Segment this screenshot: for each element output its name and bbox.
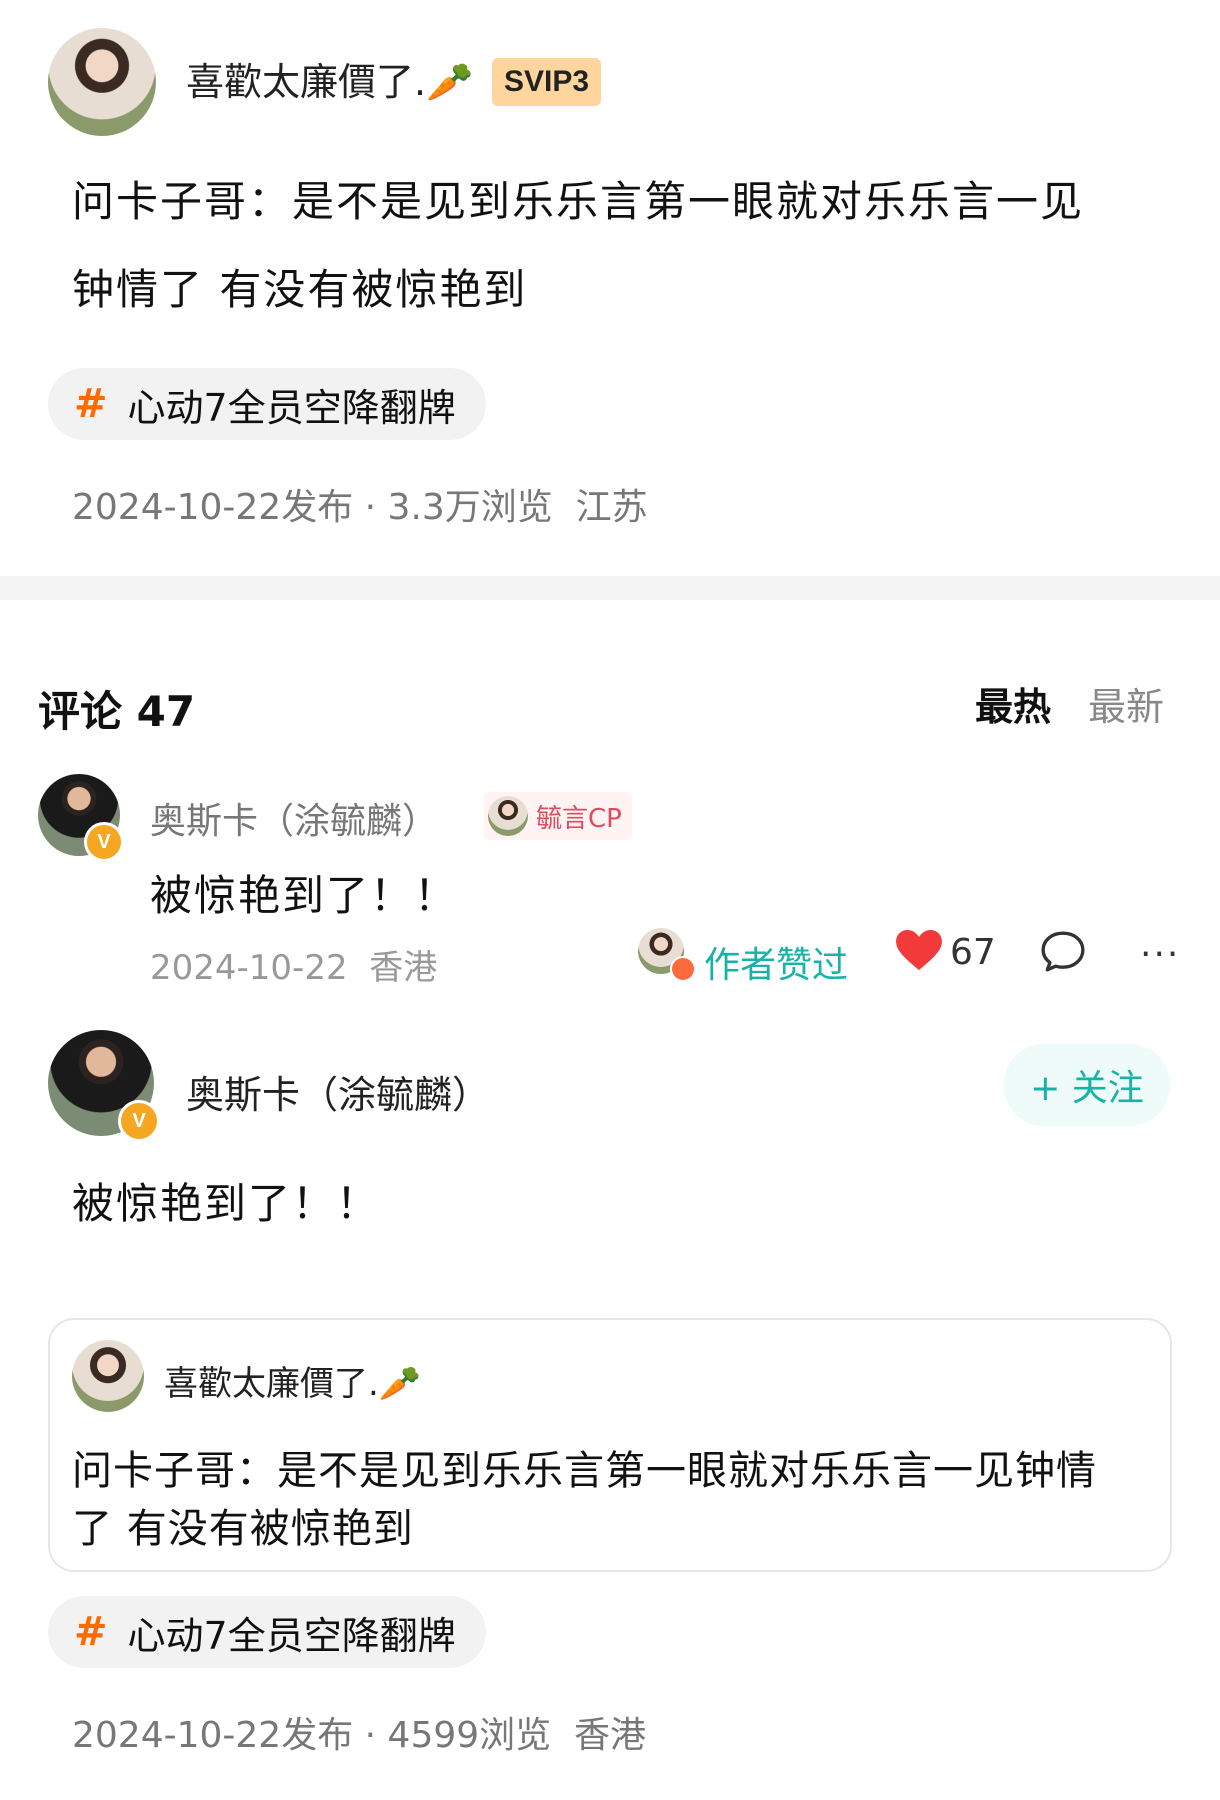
comment-date-location: 2024-10-22 香港 <box>150 948 438 988</box>
quoted-author-avatar[interactable] <box>72 1340 144 1412</box>
quoted-author-name-text: 喜歡太廉價了. <box>164 1364 379 1404</box>
small-heart-icon <box>670 956 696 982</box>
repost-author-name[interactable]: 奥斯卡（涂毓麟） <box>186 1064 490 1119</box>
cp-tag-label: 毓言CP <box>536 803 622 834</box>
repost-text: 被惊艳到了！！ <box>72 1179 381 1228</box>
section-divider <box>0 576 1220 600</box>
reply-bubble-icon[interactable] <box>1040 930 1086 972</box>
author-liked-label: 作者赞过 <box>704 945 849 986</box>
post-author-name-text: 喜歡太廉價了. <box>186 60 427 104</box>
repost-verified-v-icon: V <box>118 1100 160 1142</box>
quoted-text-line-2: 了 有没有被惊艳到 <box>72 1506 414 1552</box>
cp-tag[interactable]: 毓言CP <box>484 792 632 840</box>
cp-tag-avatar-icon <box>488 796 528 836</box>
like-count: 67 <box>950 932 996 973</box>
post-topic-label: 心动7全员空降翻牌 <box>127 385 456 430</box>
quoted-text-line-1: 问卡子哥：是不是见到乐乐言第一眼就对乐乐言一见钟情 <box>72 1448 1097 1494</box>
comment-text: 被惊艳到了！！ <box>150 871 459 920</box>
post-topic-chip[interactable]: # 心动7全员空降翻牌 <box>48 368 486 440</box>
repost-topic-chip[interactable]: # 心动7全员空降翻牌 <box>48 1596 486 1668</box>
repost-topic-label: 心动7全员空降翻牌 <box>127 1613 456 1658</box>
verified-v-icon: V <box>84 822 124 862</box>
post-text-line-1: 问卡子哥：是不是见到乐乐言第一眼就对乐乐言一见 <box>72 177 1085 226</box>
comment-author-name[interactable]: 奥斯卡（涂毓麟） <box>150 792 438 844</box>
quoted-carrot-emoji: 🥕 <box>378 1364 422 1404</box>
comments-title: 评论 47 <box>38 687 196 736</box>
sort-new-tab[interactable]: 最新 <box>1088 676 1164 731</box>
hashtag-icon: # <box>74 381 108 427</box>
post-author-avatar[interactable] <box>48 28 156 136</box>
repost-meta: 2024-10-22发布 · 4599浏览 香港 <box>72 1715 647 1756</box>
like-heart-icon[interactable] <box>896 930 942 972</box>
post-meta: 2024-10-22发布 · 3.3万浏览 江苏 <box>72 487 648 528</box>
quoted-author-name[interactable]: 喜歡太廉價了.🥕 <box>164 1356 421 1405</box>
follow-button[interactable]: + 关注 <box>1004 1044 1170 1126</box>
svip-badge: SVIP3 <box>492 58 602 106</box>
carrot-emoji: 🥕 <box>426 60 474 104</box>
repost-hashtag-icon: # <box>74 1609 108 1655</box>
post-text-line-2: 钟情了 有没有被惊艳到 <box>72 265 528 314</box>
more-options-icon[interactable]: ··· <box>1140 934 1180 975</box>
sort-hot-tab[interactable]: 最热 <box>975 676 1051 731</box>
post-author-name[interactable]: 喜歡太廉價了.🥕 <box>186 58 473 106</box>
